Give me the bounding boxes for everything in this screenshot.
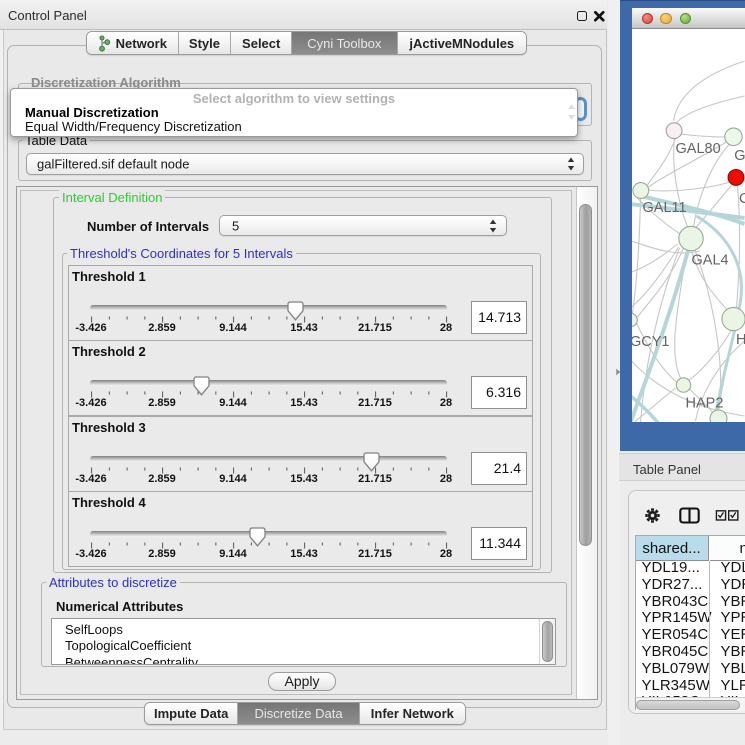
svg-text:GCY1: GCY1 [632,334,670,350]
svg-text:GAL4: GAL4 [692,253,729,269]
svg-text:GAL80: GAL80 [676,141,721,157]
svg-text:GAL11: GAL11 [643,200,687,216]
svg-text:C: C [739,191,745,207]
svg-text:G.: G. [734,148,745,164]
svg-text:HAP2: HAP2 [686,396,724,412]
svg-text:H: H [736,332,745,348]
